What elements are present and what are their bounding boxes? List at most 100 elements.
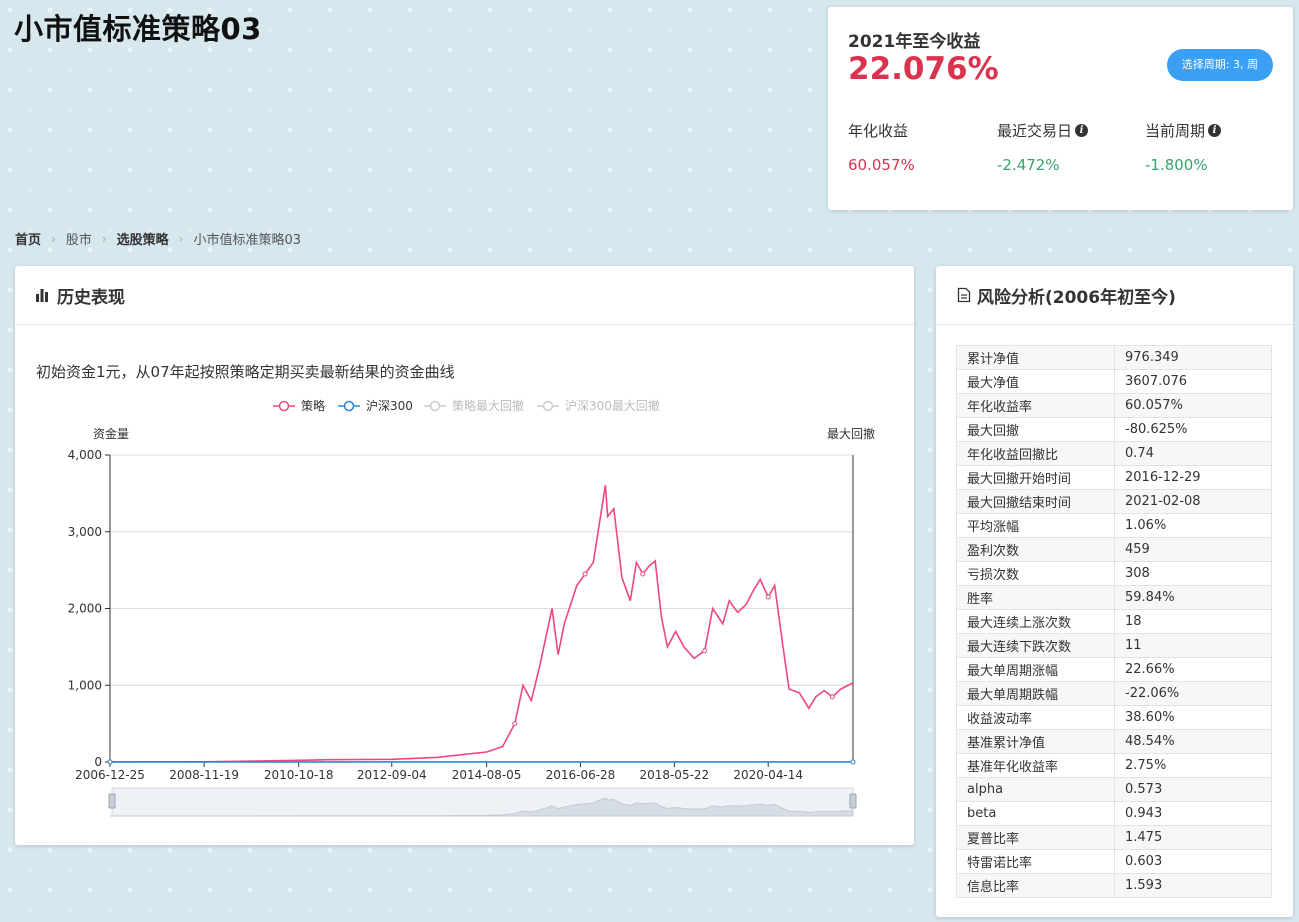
- series-point: [582, 571, 588, 577]
- risk-metric-name: 胜率: [956, 585, 1115, 610]
- legend-item-strategy-drawdown[interactable]: 策略最大回撤: [424, 398, 524, 413]
- metric-label: 年化收益: [848, 122, 909, 140]
- equity-curve-chart: 策略 沪深300 策略最大回撤 沪深300最大回撤 资金量 最大回撤 0 1,00…: [68, 398, 875, 817]
- y-axis-label: 资金量: [93, 426, 129, 441]
- breadcrumb-stock-strategies[interactable]: 选股策略: [117, 229, 169, 248]
- risk-panel-title: 风险分析(2006年初至今): [977, 287, 1176, 308]
- x-tick-label: 2016-06-28: [546, 768, 616, 782]
- select-period-button[interactable]: 选择周期: 3, 周: [1166, 49, 1273, 81]
- x-tick-label: 2018-05-22: [639, 768, 709, 782]
- risk-metric-name: 最大单周期跌幅: [956, 681, 1115, 706]
- risk-table: 累计净值 976.349 最大净值 3607.076 年化收益率 60.057% 最大回撤 -…: [956, 345, 1272, 898]
- risk-metric-name: 盈利次数: [956, 537, 1115, 562]
- series-point: [640, 571, 646, 577]
- metric-last-trading-day: 最近交易日 i -2.472%: [997, 120, 1089, 174]
- y-tick-label: 4,000: [68, 448, 102, 462]
- risk-metric-name: 平均涨幅: [956, 513, 1115, 538]
- legend-item-csi300[interactable]: 沪深300: [338, 399, 413, 413]
- strategy-line: [109, 485, 854, 763]
- y-tick-label: 2,000: [68, 602, 102, 616]
- risk-metric-value: 1.475: [1114, 825, 1272, 850]
- table-row: 累计净值 976.349: [956, 345, 1272, 370]
- table-row: 最大回撤 -80.625%: [956, 417, 1272, 442]
- table-row: 年化收益率 60.057%: [956, 393, 1272, 418]
- legend-item-strategy[interactable]: 策略: [273, 398, 325, 413]
- risk-metric-value: 0.603: [1114, 849, 1272, 874]
- risk-metric-value: 459: [1114, 537, 1272, 562]
- risk-metric-value: 0.573: [1114, 777, 1272, 802]
- table-row: 基准累计净值 48.54%: [956, 729, 1272, 754]
- zoom-handle-right[interactable]: [849, 793, 857, 809]
- table-row: 夏普比率 1.475: [956, 825, 1272, 850]
- risk-metric-name: 年化收益回撤比: [956, 441, 1115, 466]
- risk-metric-value: 2021-02-08: [1114, 489, 1272, 514]
- metric-value: -2.472%: [997, 156, 1060, 174]
- risk-metric-value: 18: [1114, 609, 1272, 634]
- series-point: [829, 694, 835, 700]
- info-icon[interactable]: i: [1075, 124, 1089, 137]
- risk-metric-value: 0.74: [1114, 441, 1272, 466]
- table-row: 最大单周期涨幅 22.66%: [956, 657, 1272, 682]
- risk-metric-name: 夏普比率: [956, 825, 1115, 850]
- legend-label: 策略: [301, 398, 325, 413]
- risk-metric-name: alpha: [956, 777, 1115, 802]
- table-row: 最大连续上涨次数 18: [956, 609, 1272, 634]
- risk-metric-name: 信息比率: [956, 873, 1115, 898]
- y-tick-label: 1,000: [68, 678, 102, 692]
- breadcrumb-separator-icon: ›: [101, 231, 107, 246]
- x-tick-label: 2014-08-05: [452, 768, 522, 782]
- risk-metric-value: 3607.076: [1114, 369, 1272, 394]
- table-row: 最大回撤结束时间 2021-02-08: [956, 489, 1272, 514]
- metric-label: 最近交易日: [997, 122, 1073, 140]
- table-row: alpha 0.573: [956, 777, 1272, 802]
- table-row: 信息比率 1.593: [956, 873, 1272, 898]
- legend-label: 策略最大回撤: [452, 398, 524, 413]
- table-row: 最大回撤开始时间 2016-12-29: [956, 465, 1272, 490]
- table-row: 收益波动率 38.60%: [956, 705, 1272, 730]
- y-tick-label: 3,000: [68, 525, 102, 539]
- metric-label: 当前周期: [1145, 122, 1206, 140]
- table-row: 胜率 59.84%: [956, 585, 1272, 610]
- risk-metric-name: 累计净值: [956, 345, 1115, 370]
- risk-metric-name: 年化收益率: [956, 393, 1115, 418]
- ytd-return-label: 2021年至今收益: [848, 32, 981, 52]
- breadcrumb-separator-icon: ›: [178, 231, 184, 246]
- risk-metric-value: 48.54%: [1114, 729, 1272, 754]
- risk-metric-name: beta: [956, 801, 1115, 826]
- breadcrumb-separator-icon: ›: [51, 231, 56, 246]
- table-row: 特雷诺比率 0.603: [956, 849, 1272, 874]
- y-tick-label: 0: [94, 755, 102, 769]
- x-tick-label: 2008-11-19: [169, 768, 239, 782]
- risk-metric-value: 0.943: [1114, 801, 1272, 826]
- metric-value: 60.057%: [848, 156, 915, 174]
- data-zoom-slider[interactable]: [108, 787, 857, 817]
- series-point: [850, 759, 856, 765]
- info-icon[interactable]: i: [1208, 124, 1222, 137]
- table-row: 平均涨幅 1.06%: [956, 513, 1272, 538]
- document-icon: [957, 287, 971, 303]
- summary-card: 2021年至今收益 22.076% 选择周期: 3, 周 年化收益 60.057…: [828, 7, 1293, 210]
- risk-metric-name: 收益波动率: [956, 705, 1115, 730]
- risk-metric-value: 1.06%: [1114, 513, 1272, 538]
- breadcrumb-stock-market[interactable]: 股市: [66, 229, 92, 248]
- risk-metric-value: 38.60%: [1114, 705, 1272, 730]
- metric-current-period: 当前周期 i -1.800%: [1145, 120, 1222, 174]
- risk-metric-value: 59.84%: [1114, 585, 1272, 610]
- risk-metric-name: 基准年化收益率: [956, 753, 1115, 778]
- zoom-handle-left[interactable]: [108, 793, 116, 809]
- risk-metric-value: 1.593: [1114, 873, 1272, 898]
- series-point: [512, 721, 518, 727]
- legend-item-csi300-drawdown[interactable]: 沪深300最大回撤: [537, 398, 660, 413]
- risk-metric-value: 2.75%: [1114, 753, 1272, 778]
- risk-metric-name: 最大回撤: [956, 417, 1115, 442]
- metric-annual-return: 年化收益 60.057%: [848, 120, 915, 174]
- risk-metric-name: 最大连续下跌次数: [956, 633, 1115, 658]
- x-tick-label: 2020-04-14: [733, 768, 803, 782]
- breadcrumb-home[interactable]: 首页: [15, 229, 41, 248]
- risk-metric-name: 最大连续上涨次数: [956, 609, 1115, 634]
- table-row: 年化收益回撤比 0.74: [956, 441, 1272, 466]
- risk-metric-name: 亏损次数: [956, 561, 1115, 586]
- table-row: 最大单周期跌幅 -22.06%: [956, 681, 1272, 706]
- x-tick-label: 2010-10-18: [264, 768, 334, 782]
- history-panel-title: 历史表现: [57, 287, 125, 308]
